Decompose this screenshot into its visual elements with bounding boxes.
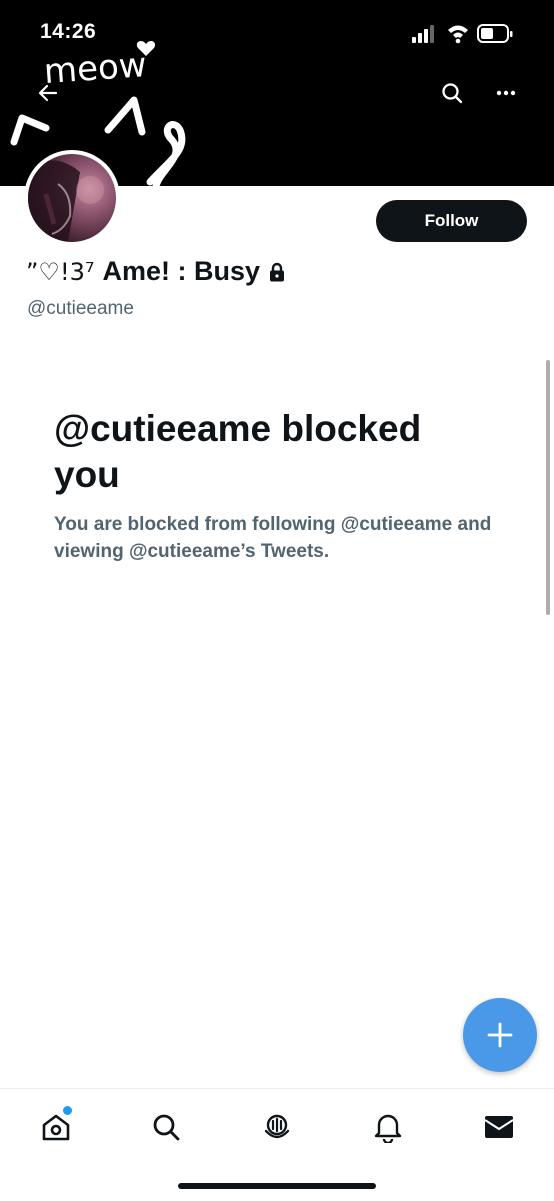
tab-notifications[interactable] [366,1105,410,1149]
cellular-signal-icon [412,25,434,43]
tab-messages[interactable] [477,1105,521,1149]
battery-icon [477,24,513,43]
tab-home[interactable] [34,1105,78,1149]
search-button[interactable] [432,73,472,113]
display-name: ”♡!3⁷ Ame! : Busy [26,256,286,287]
mail-icon [484,1116,514,1138]
arrow-left-icon [38,84,58,102]
status-time: 14:26 [40,20,97,43]
bell-icon [374,1114,402,1143]
home-icon [42,1114,70,1141]
avatar[interactable] [24,150,120,246]
avatar-image [28,154,116,242]
home-indicator [178,1183,376,1189]
back-button[interactable] [28,73,68,113]
display-name-text: Ame! : Busy [102,256,260,286]
tab-search[interactable] [144,1105,188,1149]
profile-handle: @cutieeame [27,298,134,319]
lock-icon [270,262,284,281]
status-icons [412,24,513,44]
blocked-description: You are blocked from following @cutieeam… [54,514,492,562]
search-icon [442,83,463,104]
compose-tweet-button[interactable] [463,998,537,1072]
more-button[interactable] [486,73,526,113]
notification-dot [63,1106,72,1115]
spaces-icon [264,1114,290,1139]
blocked-title: @cutieeame blocked you [54,408,422,495]
follow-button[interactable]: Follow [376,200,527,242]
more-dots-icon [496,90,516,96]
tab-spaces[interactable] [255,1105,299,1149]
display-name-prefix: ”♡!3⁷ [26,257,95,286]
status-bar: 14:26 [0,0,554,70]
wifi-icon [448,25,468,44]
plus-icon [487,1022,513,1048]
search-icon [153,1114,180,1141]
scrollbar[interactable] [546,360,550,615]
